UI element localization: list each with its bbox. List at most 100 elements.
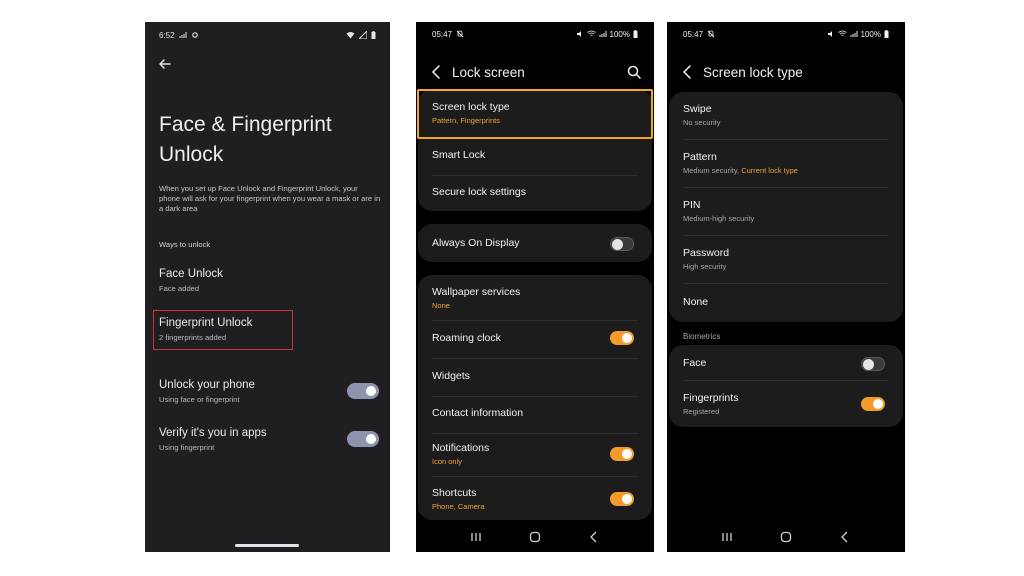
fingerprint-unlock-item[interactable]: Fingerprint Unlock 2 fingerprints added (159, 317, 381, 342)
home-icon[interactable] (527, 529, 543, 545)
fingerprints-toggle[interactable] (861, 397, 885, 411)
back-nav-icon[interactable] (586, 529, 602, 545)
status-time: 05:47 (683, 29, 704, 39)
fingerprint-unlock-title: Fingerprint Unlock (159, 317, 253, 329)
biometrics-section-label: Biometrics (683, 332, 721, 341)
verify-apps-toggle[interactable] (347, 431, 379, 447)
password-option[interactable]: Password High security (683, 247, 889, 284)
status-bar: 05:47 100% (683, 28, 889, 40)
page-title: Lock screen (452, 64, 525, 80)
fingerprints-title: Fingerprints (683, 392, 739, 404)
roaming-clock-title: Roaming clock (432, 332, 501, 344)
pattern-option[interactable]: Pattern Medium security, Current lock ty… (683, 151, 889, 188)
unlock-phone-subtitle: Using face or fingerprint (159, 395, 240, 404)
notification-off-icon (707, 30, 715, 38)
toggle-knob (622, 449, 632, 459)
roaming-clock-row[interactable]: Roaming clock (432, 331, 638, 359)
status-bar: 6:52 (159, 29, 376, 41)
toggle-knob (366, 434, 376, 444)
smart-lock-row[interactable]: Smart Lock (432, 149, 638, 176)
password-title: Password (683, 247, 730, 259)
current-lock-type-label: Current lock type (741, 166, 798, 175)
navigation-bar (416, 522, 654, 552)
toggle-knob (863, 359, 874, 370)
toggle-knob (612, 239, 623, 250)
verify-apps-subtitle: Using fingerprint (159, 443, 215, 452)
battery-percent: 100% (860, 29, 881, 39)
battery-percent: 100% (609, 29, 630, 39)
notification-off-icon (456, 30, 464, 38)
battery-icon (884, 30, 889, 38)
back-arrow-icon[interactable] (428, 63, 446, 81)
fingerprints-subtitle: Registered (683, 407, 720, 416)
battery-icon (633, 30, 638, 38)
roaming-clock-toggle[interactable] (610, 331, 634, 345)
biometrics-card: Face Fingerprints Registered (669, 345, 903, 427)
swipe-option[interactable]: Swipe No security (683, 103, 889, 140)
home-icon[interactable] (778, 529, 794, 545)
always-on-display-toggle[interactable] (610, 237, 634, 251)
navigation-bar (667, 522, 905, 552)
wallpaper-services-row[interactable]: Wallpaper services None (432, 286, 638, 321)
search-icon[interactable] (626, 64, 642, 80)
samsung-screen-lock-type: 05:47 100% Screen lock type Swipe No sec… (667, 22, 905, 552)
signal-icon (599, 31, 607, 37)
secure-lock-title: Secure lock settings (432, 186, 526, 198)
back-arrow-icon[interactable] (679, 63, 697, 81)
toggle-knob (622, 333, 632, 343)
shortcuts-subtitle: Phone, Camera (432, 502, 485, 511)
swipe-title: Swipe (683, 103, 712, 115)
secure-lock-row[interactable]: Secure lock settings (432, 186, 638, 206)
face-option[interactable]: Face (683, 357, 889, 381)
signal-icon (179, 32, 187, 38)
face-toggle[interactable] (861, 357, 885, 371)
shortcuts-row[interactable]: Shortcuts Phone, Camera (432, 487, 638, 517)
back-nav-icon[interactable] (837, 529, 853, 545)
swipe-subtitle: No security (683, 118, 721, 127)
gesture-bar[interactable] (235, 544, 299, 547)
fingerprints-option[interactable]: Fingerprints Registered (683, 392, 889, 422)
contact-information-row[interactable]: Contact information (432, 407, 638, 434)
gear-icon (191, 32, 198, 38)
wifi-icon (837, 30, 847, 36)
back-arrow-icon[interactable] (155, 54, 175, 74)
aod-card: Always On Display (418, 224, 652, 262)
pin-option[interactable]: PIN Medium-high security (683, 199, 889, 236)
always-on-display-title: Always On Display (432, 237, 520, 249)
battery-icon (371, 31, 376, 39)
lock-screen-content-card: Wallpaper services None Roaming clock Wi… (418, 275, 652, 520)
section-label: Ways to unlock (159, 240, 211, 249)
always-on-display-row[interactable]: Always On Display (432, 237, 638, 251)
face-unlock-subtitle: Face added (159, 284, 200, 293)
toggle-knob (873, 399, 883, 409)
page-title: Screen lock type (703, 64, 803, 80)
toggle-knob (366, 386, 376, 396)
status-time: 05:47 (432, 29, 453, 39)
recent-apps-icon[interactable] (468, 529, 484, 545)
pin-subtitle: Medium-high security (683, 214, 755, 223)
app-header: Lock screen (428, 60, 642, 84)
pattern-subtitle: Medium security, (683, 166, 742, 175)
pattern-subtitle-wrap: Medium security, Current lock type (683, 166, 889, 175)
signal-icon (850, 31, 858, 37)
status-bar: 05:47 100% (432, 28, 638, 40)
recent-apps-icon[interactable] (719, 529, 735, 545)
shortcuts-title: Shortcuts (432, 487, 477, 499)
shortcuts-toggle[interactable] (610, 492, 634, 506)
notifications-title: Notifications (432, 442, 490, 454)
smart-lock-title: Smart Lock (432, 149, 486, 161)
status-time: 6:52 (159, 30, 175, 40)
samsung-lock-screen-settings: 05:47 100% Lock screen Screen lock type … (416, 22, 654, 552)
widgets-row[interactable]: Widgets (432, 370, 638, 397)
notifications-row[interactable]: Notifications Icon only (432, 442, 638, 477)
wifi-icon (586, 30, 596, 36)
none-option[interactable]: None (683, 296, 889, 314)
face-unlock-item[interactable]: Face Unlock Face added (159, 268, 381, 293)
pattern-title: Pattern (683, 151, 717, 163)
pixel-face-fingerprint-screen: 6:52 Face & Fingerprint Unlock When you … (145, 22, 390, 552)
contact-information-title: Contact information (432, 407, 524, 419)
notifications-toggle[interactable] (610, 447, 634, 461)
fingerprint-unlock-subtitle: 2 fingerprints added (159, 333, 227, 342)
unlock-phone-toggle[interactable] (347, 383, 379, 399)
face-title: Face (683, 357, 707, 369)
